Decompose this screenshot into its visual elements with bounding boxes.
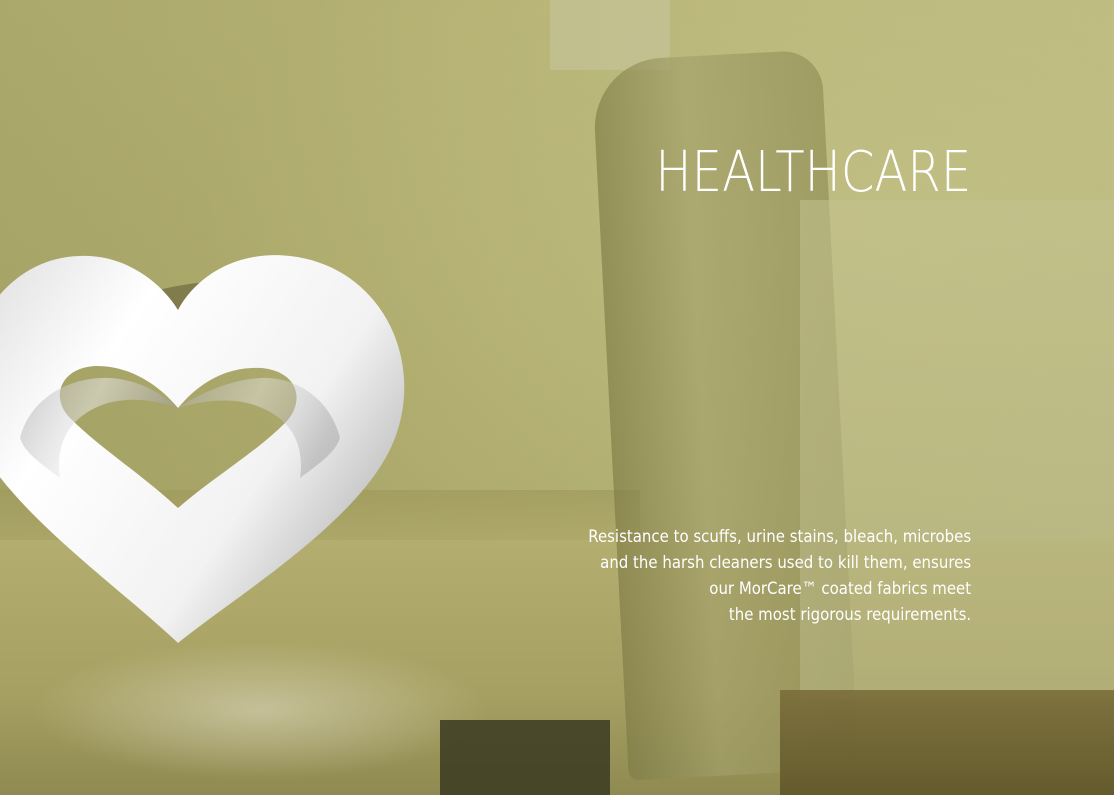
page-title: HEALTHCARE: [655, 140, 971, 205]
background-bench-base: [780, 690, 1114, 795]
description-line-4: the most rigorous requirements.: [728, 605, 971, 625]
description-line-2: and the harsh cleaners used to kill them…: [600, 553, 971, 573]
description-line-1: Resistance to scuffs, urine stains, blea…: [588, 527, 971, 547]
background-stool-base: [30, 640, 490, 780]
background-box: [440, 720, 610, 795]
healthcare-hero: HEALTHCARE Resistance to scuffs, urine s…: [0, 0, 1114, 795]
description-line-3: our MorCare™ coated fabrics meet: [709, 579, 971, 599]
description: Resistance to scuffs, urine stains, blea…: [536, 524, 971, 628]
heart-icon: [0, 248, 410, 648]
